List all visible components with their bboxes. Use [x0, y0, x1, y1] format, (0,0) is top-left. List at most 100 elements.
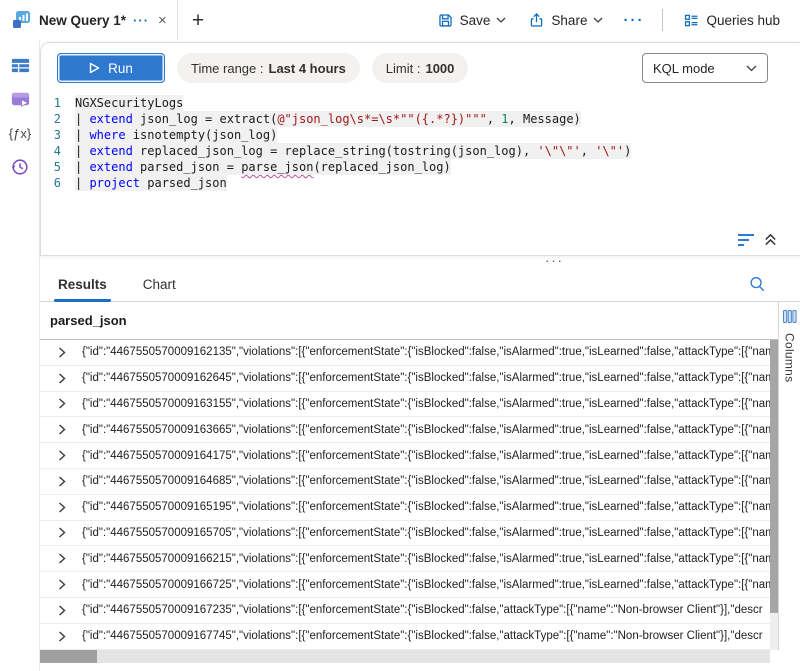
sidebar-item-queries[interactable] — [0, 82, 40, 116]
code-text: | project parsed_json — [75, 175, 227, 191]
table-row[interactable]: {"id":"4467550570009167745","violations"… — [40, 624, 770, 650]
run-label: Run — [108, 61, 133, 76]
chevron-right-icon[interactable] — [58, 398, 74, 409]
limit-label: Limit : — [386, 61, 421, 76]
columns-panel-label: Columns — [783, 333, 797, 382]
chevron-right-icon[interactable] — [58, 347, 74, 358]
code-text: | extend replaced_json_log = replace_str… — [75, 143, 631, 159]
line-number: 5 — [41, 159, 75, 175]
chevron-right-icon[interactable] — [58, 527, 74, 538]
chevron-right-icon[interactable] — [58, 373, 74, 384]
divider — [662, 9, 663, 31]
row-json-text: {"id":"4467550570009163665","violations"… — [82, 424, 770, 436]
chevron-down-icon — [593, 17, 603, 23]
table-row[interactable]: {"id":"4467550570009164175","violations"… — [40, 443, 770, 469]
save-button[interactable]: Save — [429, 7, 515, 34]
vertical-scrollbar-thumb[interactable] — [770, 340, 778, 613]
code-line[interactable]: 5 | extend parsed_json = parse_json(repl… — [41, 159, 800, 175]
code-line[interactable]: 2 | extend json_log = extract(@"json_log… — [41, 111, 800, 127]
splitter-handle-icon[interactable]: ··· — [545, 253, 564, 268]
table-row[interactable]: {"id":"4467550570009162135","violations"… — [40, 340, 770, 366]
time-range-picker[interactable]: Time range : Last 4 hours — [177, 53, 360, 83]
share-button[interactable]: Share — [520, 7, 611, 34]
kql-mode-dropdown[interactable]: KQL mode — [642, 53, 768, 83]
line-number: 4 — [41, 143, 75, 159]
table-row[interactable]: {"id":"4467550570009166215","violations"… — [40, 546, 770, 572]
chevron-right-icon[interactable] — [58, 553, 74, 564]
queries-hub-button[interactable]: Queries hub — [675, 7, 788, 34]
table-row[interactable]: {"id":"4467550570009166725","violations"… — [40, 572, 770, 598]
kql-mode-value: KQL mode — [653, 61, 715, 76]
limit-picker[interactable]: Limit : 1000 — [372, 53, 469, 83]
row-json-text: {"id":"4467550570009162645","violations"… — [82, 372, 770, 384]
vertical-scrollbar[interactable] — [770, 340, 778, 650]
queries-hub-label: Queries hub — [706, 13, 780, 28]
column-header-parsed-json[interactable]: parsed_json — [40, 302, 800, 340]
query-editor[interactable]: 1 NGXSecurityLogs 2 | extend json_log = … — [41, 95, 800, 191]
code-line[interactable]: 6 | project parsed_json — [41, 175, 800, 191]
row-json-text: {"id":"4467550570009166215","violations"… — [82, 553, 770, 565]
limit-value: 1000 — [425, 61, 454, 76]
query-toolbar: Run Time range : Last 4 hours Limit : 10… — [41, 43, 800, 89]
chevron-down-icon — [746, 65, 757, 72]
horizontal-scrollbar-thumb[interactable] — [40, 650, 97, 663]
code-text: NGXSecurityLogs — [75, 95, 183, 111]
column-header-label: parsed_json — [50, 313, 127, 328]
chevron-right-icon[interactable] — [58, 631, 74, 642]
save-icon — [437, 12, 454, 29]
tab-overflow-icon[interactable]: ··· — [133, 13, 149, 28]
sidebar-item-functions[interactable]: {ƒx} — [0, 116, 40, 150]
line-number: 3 — [41, 127, 75, 143]
code-line[interactable]: 1 NGXSecurityLogs — [41, 95, 800, 111]
more-actions-icon[interactable]: ··· — [617, 12, 650, 29]
chevron-right-icon[interactable] — [58, 450, 74, 461]
results-panel: Results Chart parsed_json {"id":"4467550… — [40, 268, 800, 671]
columns-side-panel[interactable]: Columns — [778, 302, 800, 650]
chevron-right-icon[interactable] — [58, 424, 74, 435]
table-row[interactable]: {"id":"4467550570009164685","violations"… — [40, 469, 770, 495]
code-line[interactable]: 4 | extend replaced_json_log = replace_s… — [41, 143, 800, 159]
line-number: 2 — [41, 111, 75, 127]
results-rows: {"id":"4467550570009162135","violations"… — [40, 340, 770, 650]
sidebar-item-history[interactable] — [0, 150, 40, 184]
row-json-text: {"id":"4467550570009165195","violations"… — [82, 501, 770, 513]
kusto-query-page: New Query 1* ··· × + Save — [0, 0, 800, 671]
chevron-right-icon[interactable] — [58, 579, 74, 590]
chevron-right-icon[interactable] — [58, 605, 74, 616]
horizontal-scrollbar[interactable] — [40, 650, 770, 663]
columns-panel-icon — [783, 310, 797, 323]
table-row[interactable]: {"id":"4467550570009163665","violations"… — [40, 417, 770, 443]
collapse-editor-icon[interactable] — [763, 232, 778, 247]
adx-app-icon — [12, 10, 32, 30]
sidebar-item-data-table[interactable] — [0, 48, 40, 82]
view-options-icon[interactable] — [737, 233, 755, 247]
table-row[interactable]: {"id":"4467550570009165705","violations"… — [40, 521, 770, 547]
row-json-text: {"id":"4467550570009163155","violations"… — [82, 398, 770, 410]
search-icon[interactable] — [748, 275, 766, 293]
row-json-text: {"id":"4467550570009167745","violations"… — [82, 630, 770, 642]
table-row[interactable]: {"id":"4467550570009167235","violations"… — [40, 598, 770, 624]
tab-close-icon[interactable]: × — [158, 12, 167, 29]
run-button[interactable]: Run — [57, 53, 165, 83]
table-row[interactable]: {"id":"4467550570009163155","violations"… — [40, 392, 770, 418]
tab-title: New Query 1* — [39, 13, 126, 28]
row-json-text: {"id":"4467550570009167235","violations"… — [82, 604, 770, 616]
chevron-right-icon[interactable] — [58, 476, 74, 487]
panel-splitter[interactable]: ··· — [40, 256, 800, 268]
code-text: | where isnotempty(json_log) — [75, 127, 277, 143]
share-label: Share — [551, 13, 587, 28]
editor-corner-icons — [737, 232, 778, 247]
tab-results[interactable]: Results — [58, 268, 107, 302]
table-row[interactable]: {"id":"4467550570009165195","violations"… — [40, 495, 770, 521]
tab-chart[interactable]: Chart — [143, 268, 176, 302]
code-text: | extend parsed_json = parse_json(replac… — [75, 159, 451, 175]
queries-icon — [10, 89, 31, 110]
row-json-text: {"id":"4467550570009164175","violations"… — [82, 450, 770, 462]
table-row[interactable]: {"id":"4467550570009162645","violations"… — [40, 366, 770, 392]
query-tab[interactable]: New Query 1* ··· × — [0, 0, 178, 40]
chevron-right-icon[interactable] — [58, 502, 74, 513]
row-json-text: {"id":"4467550570009162135","violations"… — [82, 346, 770, 358]
code-line[interactable]: 3 | where isnotempty(json_log) — [41, 127, 800, 143]
results-tab-strip: Results Chart — [40, 268, 800, 302]
new-tab-button[interactable]: + — [192, 10, 204, 31]
